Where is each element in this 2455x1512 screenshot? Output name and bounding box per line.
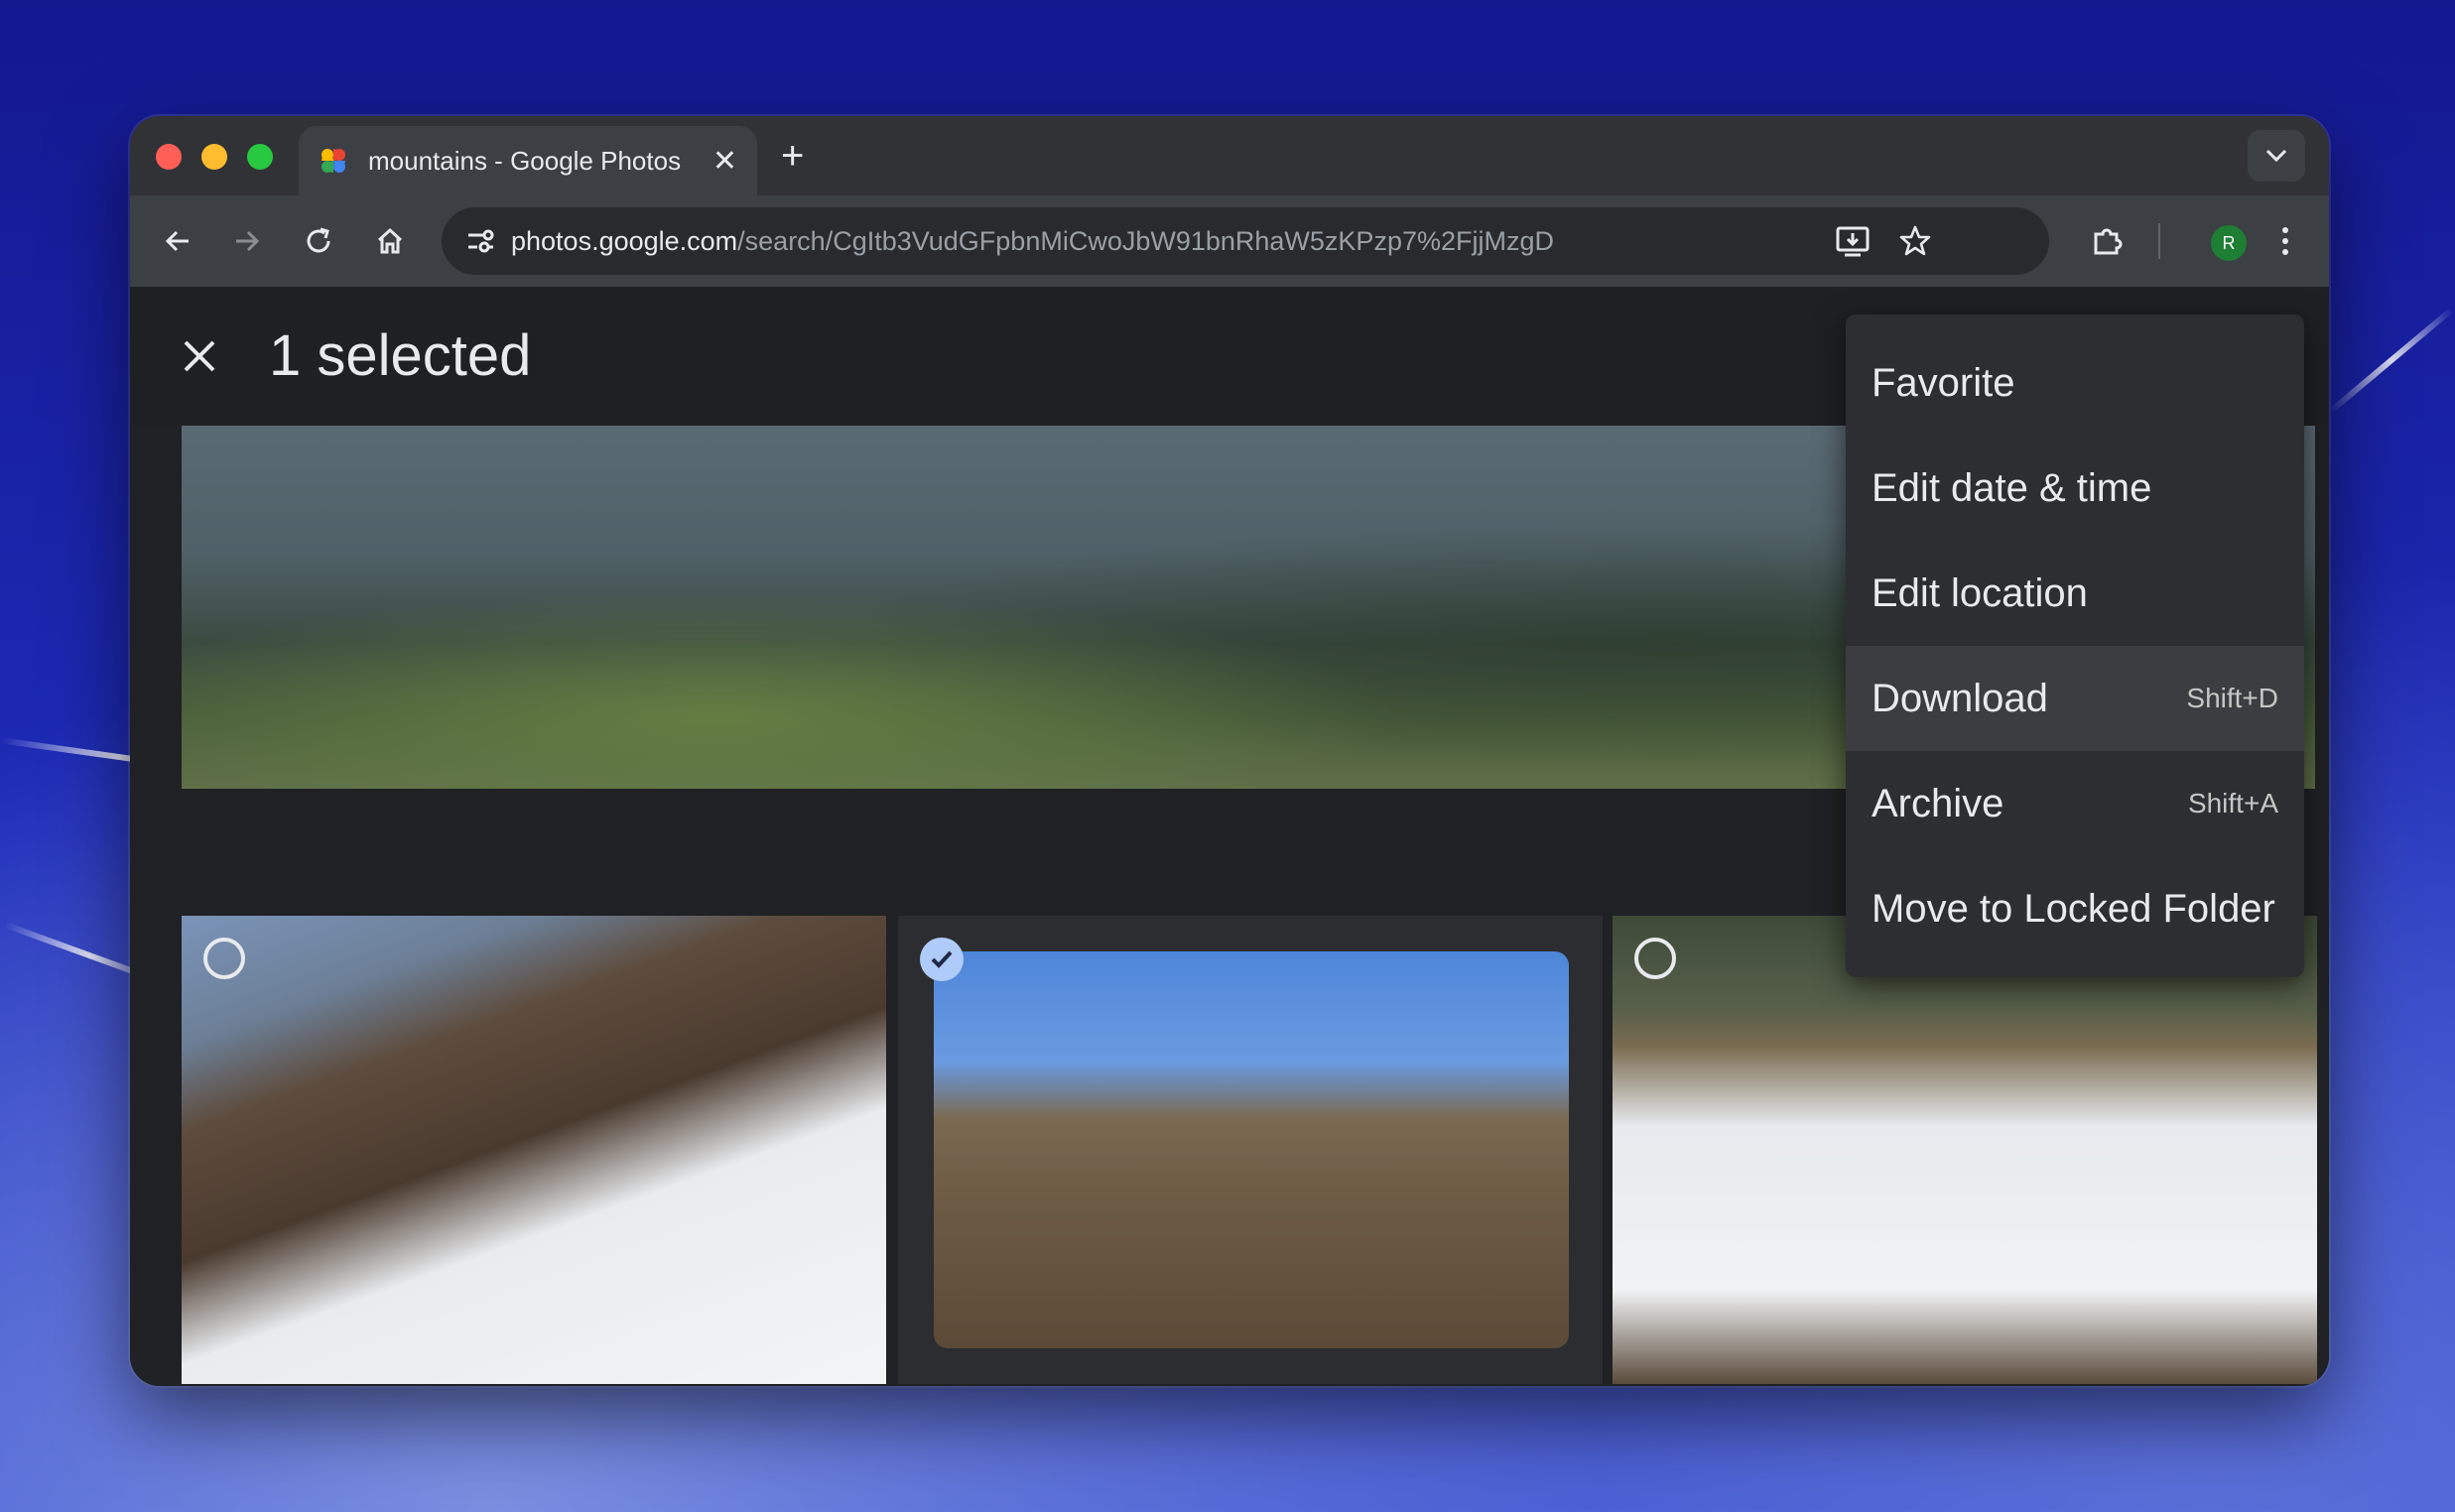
chevron-down-icon bbox=[2265, 149, 2287, 163]
menu-item-label: Edit date & time bbox=[1872, 465, 2152, 510]
toolbar-separator bbox=[2158, 223, 2160, 259]
site-info-icon[interactable] bbox=[463, 224, 497, 258]
browser-window: mountains - Google Photos ✕ + photos.goo… bbox=[130, 116, 2329, 1386]
menu-item-edit-location[interactable]: Edit location bbox=[1846, 541, 2304, 646]
tab-strip: mountains - Google Photos ✕ + bbox=[130, 116, 2329, 195]
more-vert-icon bbox=[2282, 227, 2288, 255]
menu-item-label: Move to Locked Folder bbox=[1872, 886, 2275, 931]
photo-hikers-sitting-tile[interactable] bbox=[898, 916, 1603, 1384]
profile-avatar[interactable]: R bbox=[2211, 225, 2247, 261]
menu-item-favorite[interactable]: Favorite bbox=[1846, 330, 2304, 436]
new-tab-button[interactable]: + bbox=[781, 136, 804, 176]
back-button[interactable] bbox=[156, 219, 199, 263]
reload-icon bbox=[307, 227, 330, 253]
url-host: photos.google.com bbox=[511, 225, 738, 256]
close-tab-icon[interactable]: ✕ bbox=[712, 144, 737, 179]
tab-search-button[interactable] bbox=[2248, 130, 2305, 182]
url-text[interactable]: photos.google.com/search/CgItb3VudGFpbnM… bbox=[511, 226, 1554, 257]
puzzle-icon bbox=[2094, 228, 2123, 255]
menu-item-label: Favorite bbox=[1872, 360, 2015, 405]
photo-snowy-slope[interactable] bbox=[182, 916, 886, 1384]
select-circle[interactable] bbox=[1634, 938, 1676, 979]
tab-google-photos[interactable]: mountains - Google Photos ✕ bbox=[299, 126, 757, 195]
close-icon bbox=[184, 340, 215, 372]
close-window-button[interactable] bbox=[156, 144, 182, 170]
reload-button[interactable] bbox=[297, 219, 340, 263]
maximize-window-button[interactable] bbox=[247, 144, 273, 170]
selection-count: 1 selected bbox=[269, 323, 532, 388]
arrow-left-icon bbox=[165, 230, 189, 252]
address-bar[interactable]: photos.google.com/search/CgItb3VudGFpbnM… bbox=[442, 207, 2049, 275]
menu-item-label: Download bbox=[1872, 676, 2048, 720]
tab-title: mountains - Google Photos bbox=[368, 145, 682, 176]
menu-item-archive[interactable]: Archive Shift+A bbox=[1846, 751, 2304, 856]
url-path: /search/CgItb3VudGFpbnMiCwoJbW91bnRhaW5z… bbox=[737, 225, 1554, 256]
clear-selection-button[interactable] bbox=[178, 334, 221, 383]
selected-check[interactable] bbox=[920, 938, 964, 981]
forward-button[interactable] bbox=[225, 219, 269, 263]
arrow-right-icon bbox=[236, 230, 260, 252]
photo-hiking-group[interactable] bbox=[1613, 916, 2317, 1384]
bookmark-star-icon[interactable] bbox=[1898, 224, 1932, 258]
browser-menu-button[interactable] bbox=[2263, 219, 2307, 263]
menu-item-label: Archive bbox=[1872, 781, 2004, 825]
menu-item-download[interactable]: Download Shift+D bbox=[1846, 646, 2304, 751]
menu-item-shortcut: Shift+D bbox=[2186, 683, 2278, 713]
menu-item-edit-date-time[interactable]: Edit date & time bbox=[1846, 436, 2304, 541]
install-app-icon[interactable] bbox=[1835, 224, 1871, 258]
menu-item-label: Edit location bbox=[1872, 570, 2088, 615]
minimize-window-button[interactable] bbox=[201, 144, 227, 170]
extensions-button[interactable] bbox=[2085, 219, 2129, 263]
menu-item-move-to-locked-folder[interactable]: Move to Locked Folder bbox=[1846, 856, 2304, 961]
browser-toolbar: photos.google.com/search/CgItb3VudGFpbnM… bbox=[130, 195, 2329, 287]
select-circle[interactable] bbox=[203, 938, 245, 979]
wallpaper-streak bbox=[2328, 307, 2455, 414]
photo-hikers-sitting bbox=[934, 951, 1569, 1348]
home-button[interactable] bbox=[368, 219, 412, 263]
home-icon bbox=[377, 227, 403, 254]
more-options-menu: Favorite Edit date & time Edit location … bbox=[1846, 315, 2304, 977]
menu-item-shortcut: Shift+A bbox=[2187, 788, 2278, 819]
check-icon bbox=[931, 950, 953, 968]
photos-page: 1 selected Favorite Edit date & time Edi… bbox=[130, 287, 2329, 1386]
google-photos-icon bbox=[322, 149, 345, 173]
